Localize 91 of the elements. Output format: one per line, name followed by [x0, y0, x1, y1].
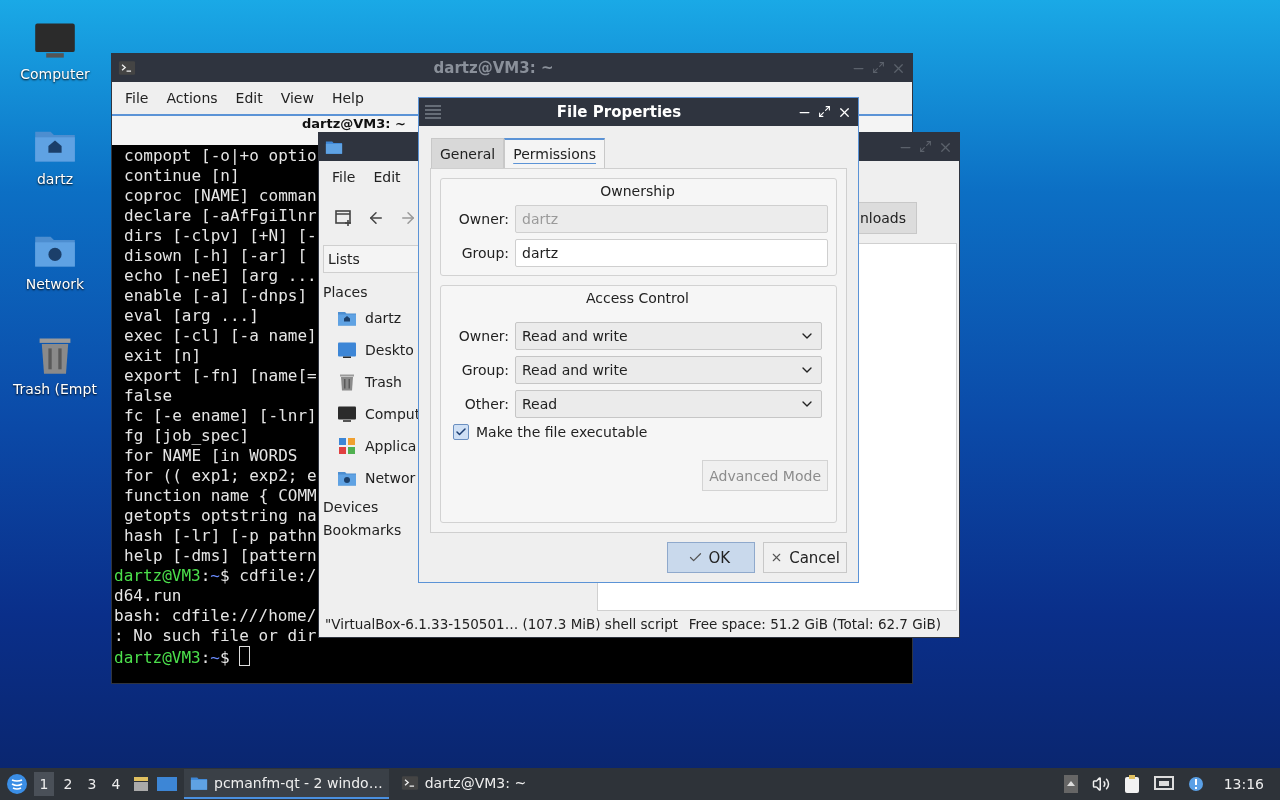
workspace-button[interactable]: 2 [58, 772, 78, 796]
terminal-tab[interactable]: dartz@VM3: ~ [302, 116, 406, 131]
terminal-line: function name { COMM [123, 486, 317, 506]
clock: 13:16 [1222, 776, 1265, 792]
file-cabinet-icon [132, 775, 150, 793]
menu-item[interactable]: Help [322, 90, 373, 106]
field-label: Owner: [457, 211, 509, 227]
menu-item[interactable]: Edit [364, 169, 410, 185]
window-title: File Properties [555, 103, 683, 121]
terminal-line: disown [-h] [-ar] [ [123, 246, 308, 266]
prompt-line: dartz@VM3:~$ cdfile:/ [114, 566, 317, 586]
checkbox-label: Make the file executable [476, 424, 648, 440]
terminal-line: help [-dms] [pattern [123, 546, 317, 566]
terminal-line: bash: cdfile:///home/ [114, 606, 317, 626]
workspace-button[interactable]: 4 [106, 772, 126, 796]
workspace-button[interactable]: 3 [82, 772, 102, 796]
terminal-line: exit [n] [123, 346, 202, 366]
forward-icon[interactable] [399, 209, 417, 227]
terminal-line: enable [-a] [-dnps] [123, 286, 308, 306]
terminal-icon [400, 774, 419, 792]
cancel-button[interactable]: Cancel [763, 542, 847, 573]
prompt-line: dartz@VM3:~$ [114, 646, 250, 668]
workspace-button[interactable]: 1 [34, 772, 54, 796]
terminal-line: continue [n] [123, 166, 240, 186]
terminal-line: d64.run [114, 586, 182, 606]
terminal-line: for (( exp1; exp2; e [123, 466, 317, 486]
terminal-cursor [238, 646, 250, 666]
network-icon [1153, 775, 1174, 793]
menu-item[interactable]: File [323, 169, 365, 185]
terminal-line: hash [-lr] [-p pathn [123, 526, 317, 546]
terminal-line: : No such file or dir [114, 626, 317, 646]
checkbox[interactable] [453, 424, 469, 440]
new-tab-icon [335, 209, 353, 227]
place-item[interactable]: Networ [365, 470, 416, 486]
field-label: Other: [463, 396, 509, 412]
field-label: Group: [460, 362, 509, 378]
place-item[interactable]: dartz [365, 310, 402, 326]
terminal-line: declare [-aAfFgiIlnr [123, 206, 317, 226]
terminal-line: dirs [-clpv] [+N] [- [123, 226, 317, 246]
trash-icon [337, 372, 357, 392]
terminal-line: export [-fn] [name[= [123, 366, 317, 386]
taskbar-window-button[interactable]: dartz@VM3: ~ [394, 769, 533, 799]
menu-item[interactable]: Edit [226, 90, 272, 106]
desktop-icon-label[interactable]: Network [25, 276, 85, 292]
terminal-line: coproc [NAME] comman [123, 186, 317, 206]
place-item[interactable]: Deskto [365, 342, 414, 358]
terminal-line: exec [-cl] [-a name] [123, 326, 317, 346]
group-title: Ownership [599, 183, 676, 199]
window-title: dartz@VM3: ~ [432, 59, 555, 77]
check-icon [455, 426, 467, 438]
desktop-icon-label[interactable]: Trash (Empt [13, 381, 97, 397]
status-text: "VirtualBox-6.1.33-150501… (107.3 MiB) shell script [325, 616, 679, 632]
back-icon[interactable] [367, 209, 385, 227]
terminal-icon [118, 59, 136, 77]
field-label: Group: [460, 245, 509, 261]
permission-dropdown[interactable]: Read and write [515, 322, 822, 350]
monitor-icon [337, 404, 357, 424]
terminal-line: getopts optstring na [123, 506, 317, 526]
clipboard-icon [1123, 774, 1140, 794]
terminal-line: fc [-e ename] [-lnr] [123, 406, 317, 426]
menu-item[interactable]: View [271, 90, 323, 106]
desktop-icon [156, 775, 178, 793]
permission-dropdown[interactable]: Read and write [515, 356, 822, 384]
group-title: Access Control [585, 290, 690, 306]
place-item[interactable]: Applica [365, 438, 417, 454]
start-menu-icon [6, 773, 28, 795]
monitor-icon [337, 340, 357, 360]
menu-item[interactable]: File [116, 90, 158, 106]
desktop-icon-label[interactable]: dartz [36, 171, 74, 187]
tab[interactable]: Permissions [504, 138, 605, 168]
free-space-text: Free space: 51.2 GiB (Total: 62.7 GiB) [688, 616, 941, 632]
field-label: Owner: [457, 328, 509, 344]
place-item[interactable]: Comput [365, 406, 421, 422]
terminal-line: eval [arg ...] [123, 306, 259, 326]
terminal-line: compopt [-o|+o optio [123, 146, 317, 166]
volume-icon[interactable] [1091, 775, 1110, 793]
menu-item[interactable]: Actions [157, 90, 227, 106]
terminal-line: echo [-neE] [arg ... [123, 266, 317, 286]
permission-dropdown[interactable]: Read [515, 390, 822, 418]
ok-button[interactable]: OK [666, 542, 756, 573]
terminal-line: for NAME [in WORDS [123, 446, 298, 466]
text-field[interactable]: dartz [515, 239, 828, 267]
place-item[interactable]: Trash [365, 374, 402, 390]
terminal-line: false [123, 386, 173, 406]
notification-icon [1187, 776, 1204, 792]
apps-icon [337, 436, 357, 456]
terminal-line: fg [job_spec] [123, 426, 250, 446]
menu-icon [425, 105, 441, 119]
maximize-icon[interactable] [818, 104, 831, 120]
taskbar-window-button[interactable]: pcmanfm-qt - 2 windo… [184, 769, 389, 799]
tab[interactable]: General [431, 138, 505, 168]
